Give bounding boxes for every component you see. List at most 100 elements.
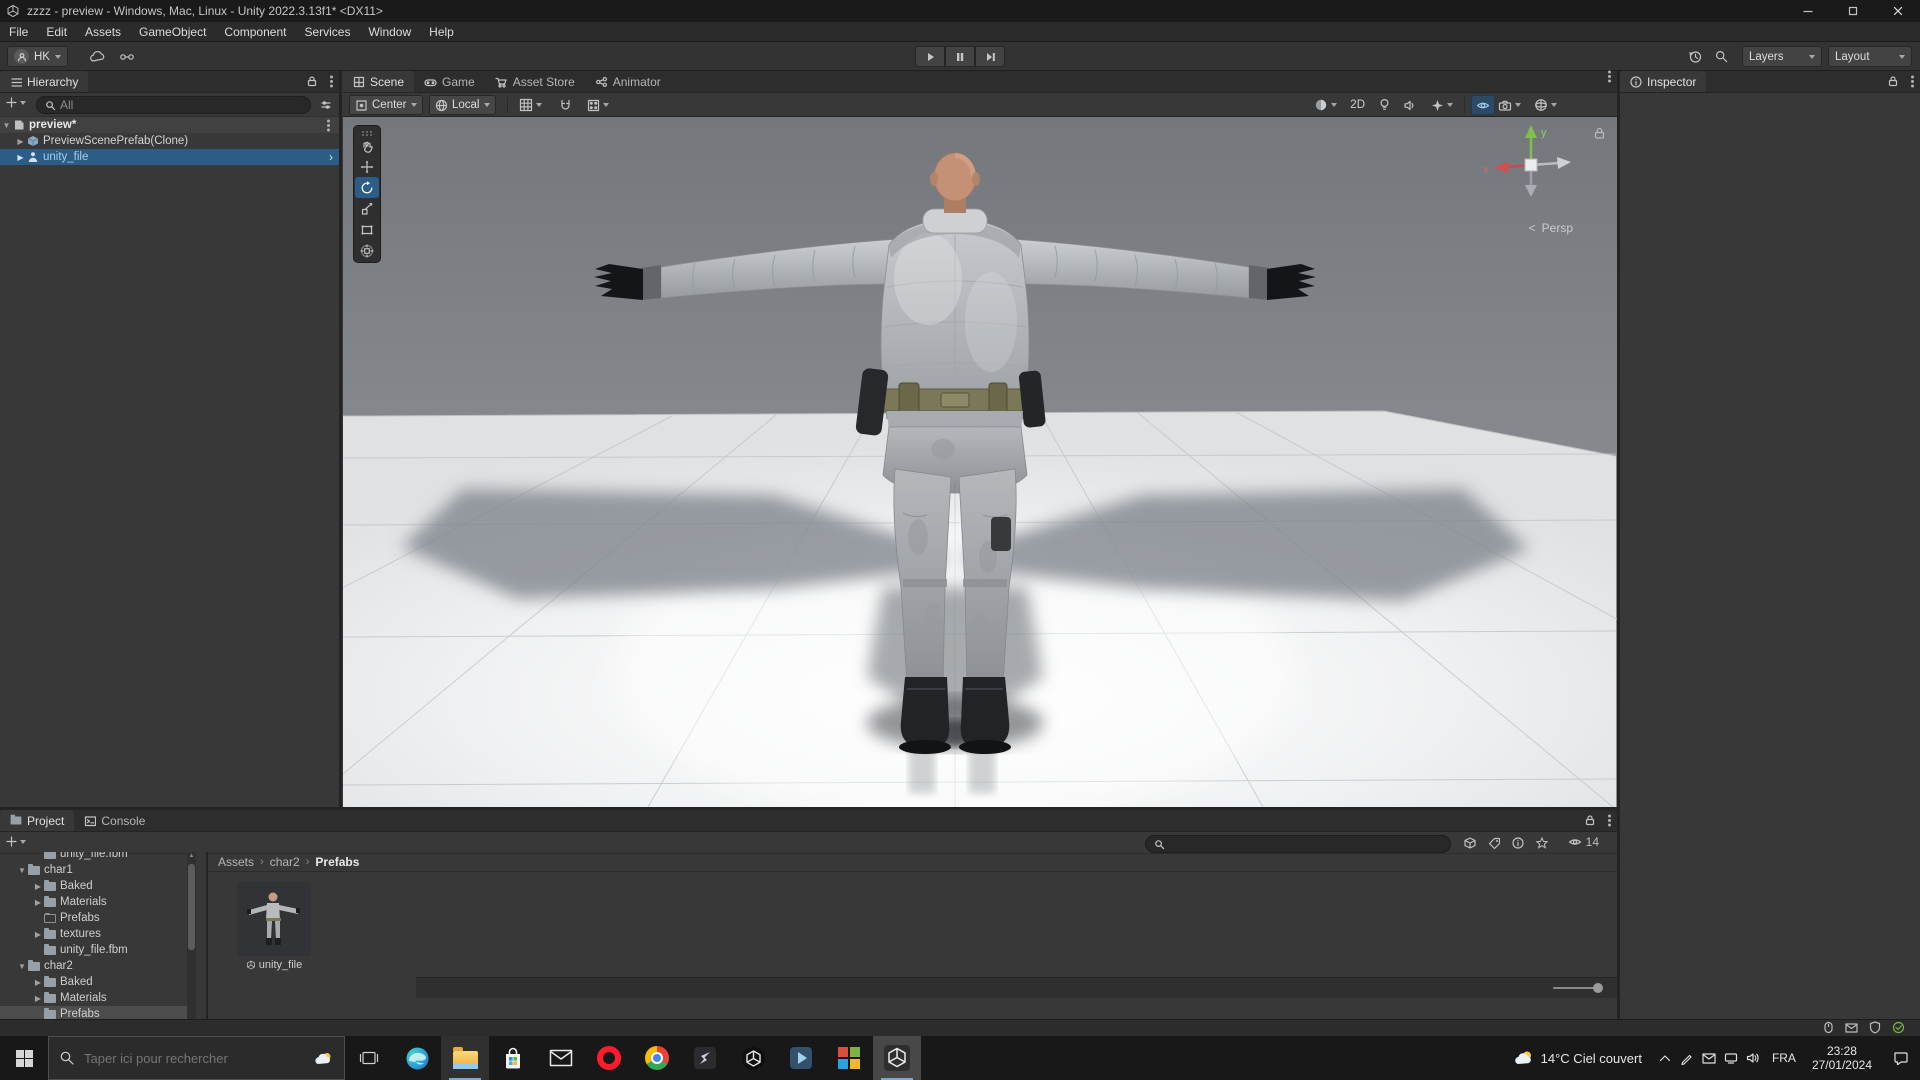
mail-tray-icon[interactable] bbox=[1845, 1022, 1858, 1033]
tab-project[interactable]: Project bbox=[0, 810, 75, 831]
favorites-star-icon[interactable] bbox=[1532, 835, 1552, 851]
security-shield-icon[interactable] bbox=[1869, 1021, 1881, 1034]
layers-dropdown[interactable]: Layers bbox=[1742, 46, 1822, 67]
taskbar-app-store[interactable] bbox=[489, 1036, 537, 1080]
menu-edit[interactable]: Edit bbox=[37, 22, 76, 42]
menu-file[interactable]: File bbox=[0, 22, 37, 42]
search-input[interactable] bbox=[84, 1050, 305, 1066]
pause-button[interactable] bbox=[945, 46, 975, 67]
start-button[interactable] bbox=[0, 1036, 48, 1080]
menu-assets[interactable]: Assets bbox=[76, 22, 130, 42]
tree-row[interactable]: ▼ char2 bbox=[0, 958, 196, 974]
taskbar-app-unity-editor[interactable] bbox=[873, 1036, 921, 1080]
menu-window[interactable]: Window bbox=[359, 22, 420, 42]
row-menu-icon[interactable] bbox=[327, 123, 330, 127]
tree-row[interactable]: ▶ Baked bbox=[0, 974, 196, 990]
panel-menu-icon[interactable] bbox=[1608, 75, 1611, 78]
panel-divider[interactable] bbox=[196, 852, 208, 1019]
scene-viewport[interactable]: y x < Persp bbox=[343, 117, 1617, 807]
create-asset-button[interactable] bbox=[6, 836, 26, 847]
lock-icon[interactable] bbox=[306, 75, 318, 87]
effects-dropdown[interactable] bbox=[1427, 95, 1457, 115]
cloud-button[interactable] bbox=[84, 46, 110, 67]
global-search-button[interactable] bbox=[1708, 46, 1734, 67]
tree-row[interactable]: ▶ Materials bbox=[0, 894, 196, 910]
lock-icon[interactable] bbox=[1887, 75, 1899, 87]
gizmos-dropdown[interactable] bbox=[1530, 95, 1561, 115]
scene-visibility-toggle[interactable] bbox=[1471, 95, 1495, 115]
asset-thumbnail[interactable] bbox=[237, 882, 311, 956]
move-tool[interactable] bbox=[355, 156, 379, 177]
snap-toggle-button[interactable] bbox=[555, 95, 576, 115]
hierarchy-row-previewsceneprefab[interactable]: ▶ PreviewScenePrefab(Clone) bbox=[0, 133, 339, 149]
hierarchy-row-unity-file[interactable]: ▶ unity_file › bbox=[0, 149, 339, 165]
camera-settings-dropdown[interactable] bbox=[1494, 95, 1525, 115]
tree-row[interactable]: Prefabs bbox=[0, 910, 196, 926]
view-hand-tool[interactable] bbox=[355, 135, 379, 156]
orientation-gizmo[interactable]: y x bbox=[1481, 121, 1581, 221]
palette-drag-handle[interactable] bbox=[355, 128, 379, 135]
taskbar-app-edge[interactable] bbox=[393, 1036, 441, 1080]
sync-check-icon[interactable] bbox=[1892, 1021, 1905, 1034]
taskbar-app-mail[interactable] bbox=[537, 1036, 585, 1080]
action-center-button[interactable] bbox=[1880, 1036, 1920, 1080]
menu-gameobject[interactable]: GameObject bbox=[130, 22, 215, 42]
panel-menu-icon[interactable] bbox=[1608, 818, 1611, 822]
breadcrumb-assets[interactable]: Assets bbox=[216, 855, 256, 869]
tree-row[interactable]: unity_file.fbm bbox=[0, 852, 196, 862]
tree-scrollbar[interactable]: ▲ bbox=[187, 852, 196, 1019]
tab-game[interactable]: Game bbox=[414, 71, 485, 92]
breadcrumb-char2[interactable]: char2 bbox=[268, 855, 302, 869]
language-indicator[interactable]: FRA bbox=[1764, 1036, 1804, 1080]
panel-menu-icon[interactable] bbox=[1911, 79, 1914, 83]
asset-item[interactable]: unity_file bbox=[226, 882, 322, 971]
taskbar-app-capture[interactable] bbox=[681, 1036, 729, 1080]
pivot-dropdown[interactable]: Center bbox=[349, 95, 423, 115]
undo-history-button[interactable] bbox=[1682, 46, 1708, 67]
taskbar-search-box[interactable] bbox=[48, 1036, 345, 1080]
volume-tray-icon[interactable] bbox=[1742, 1036, 1764, 1080]
play-button[interactable] bbox=[915, 46, 945, 67]
open-prefab-chevron[interactable]: › bbox=[329, 150, 333, 164]
menu-services[interactable]: Services bbox=[295, 22, 359, 42]
hidden-packages-counter[interactable]: 14 bbox=[1568, 835, 1599, 849]
stylus-tray-icon[interactable] bbox=[1676, 1036, 1698, 1080]
breadcrumb-prefabs[interactable]: Prefabs bbox=[313, 855, 361, 869]
tree-row-selected[interactable]: Prefabs bbox=[0, 1006, 196, 1019]
weather-widget[interactable]: 14°C Ciel couvert bbox=[1502, 1036, 1654, 1080]
scrollbar-thumb[interactable] bbox=[188, 864, 195, 950]
tab-scene[interactable]: Scene bbox=[343, 71, 415, 92]
network-tray-icon[interactable] bbox=[1720, 1036, 1742, 1080]
lock-icon[interactable] bbox=[1594, 127, 1605, 139]
mouse-utility-icon[interactable] bbox=[1823, 1021, 1834, 1034]
panel-menu-icon[interactable] bbox=[330, 79, 333, 83]
account-dropdown[interactable]: HK bbox=[7, 46, 68, 67]
transform-tool[interactable] bbox=[355, 240, 379, 261]
version-control-button[interactable] bbox=[114, 46, 140, 67]
slider-knob[interactable] bbox=[1593, 983, 1603, 993]
shading-mode-dropdown[interactable] bbox=[1310, 95, 1341, 115]
space-dropdown[interactable]: Local bbox=[429, 95, 496, 115]
step-button[interactable] bbox=[975, 46, 1005, 67]
tab-asset-store[interactable]: Asset Store bbox=[485, 71, 585, 92]
hidden-icons-chevron[interactable] bbox=[1654, 1036, 1676, 1080]
taskbar-app-grid[interactable] bbox=[825, 1036, 873, 1080]
tab-hierarchy[interactable]: Hierarchy bbox=[0, 71, 89, 92]
mail-tray-icon[interactable] bbox=[1698, 1036, 1720, 1080]
hierarchy-search-input[interactable]: All bbox=[36, 96, 311, 114]
projection-toggle[interactable]: < Persp bbox=[1529, 221, 1573, 235]
taskbar-app-unity-hub[interactable] bbox=[729, 1036, 777, 1080]
axis-x-label[interactable]: x bbox=[1483, 164, 1489, 176]
layout-dropdown[interactable]: Layout bbox=[1828, 46, 1912, 67]
hierarchy-options-icon[interactable] bbox=[320, 99, 332, 111]
taskbar-app-9[interactable] bbox=[777, 1036, 825, 1080]
tree-row[interactable]: ▶ Materials bbox=[0, 990, 196, 1006]
tree-row[interactable]: ▶ Baked bbox=[0, 878, 196, 894]
2d-toggle-button[interactable]: 2D bbox=[1346, 95, 1369, 115]
tab-inspector[interactable]: Inspector bbox=[1620, 71, 1707, 92]
tree-row[interactable]: ▼ char1 bbox=[0, 862, 196, 878]
tree-row[interactable]: ▶ textures bbox=[0, 926, 196, 942]
minimize-button[interactable] bbox=[1785, 0, 1830, 22]
taskbar-app-file-explorer[interactable] bbox=[441, 1036, 489, 1080]
task-view-button[interactable] bbox=[345, 1036, 393, 1080]
